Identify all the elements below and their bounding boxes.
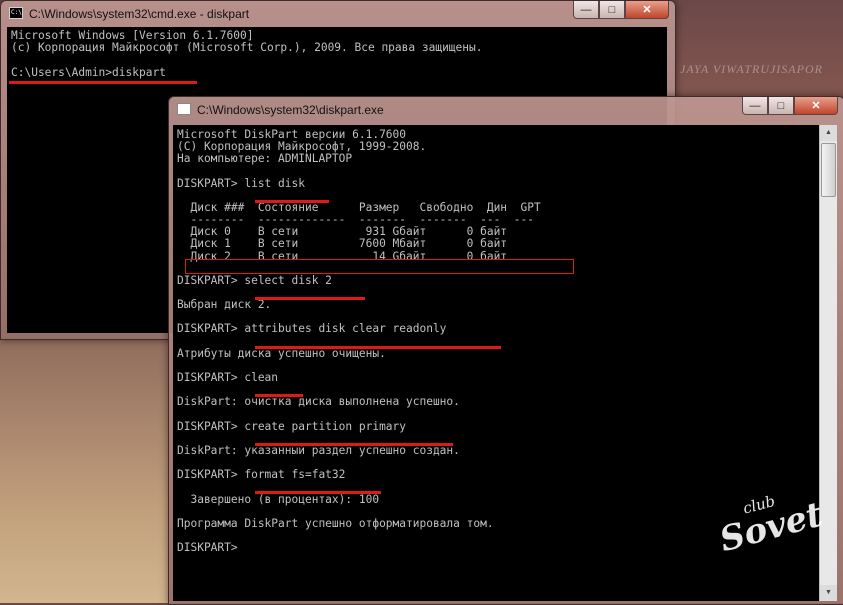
console-line: DISKPART> create partition primary	[177, 419, 407, 433]
scroll-up-arrow-icon[interactable]: ▲	[820, 125, 837, 141]
close-button[interactable]: ✕	[625, 1, 669, 19]
console-icon: C:\	[9, 7, 23, 19]
cmd-window-title: C:\Windows\system32\cmd.exe - diskpart	[29, 7, 250, 21]
console-line: (c) Корпорация Майкрософт (Microsoft Cor…	[11, 41, 483, 54]
window-icon	[177, 103, 191, 115]
console-line: Диск 1 В сети 7600 Mбайт 0 байт	[177, 237, 508, 251]
console-line: DISKPART>	[177, 541, 238, 555]
diskpart-title-bar[interactable]: C:\Windows\system32\diskpart.exe — □ ✕	[169, 97, 843, 123]
console-line: DISKPART> list disk	[177, 176, 305, 190]
scroll-down-arrow-icon[interactable]: ▼	[820, 585, 837, 601]
console-line: Завершено (в процентах): 100	[177, 492, 380, 506]
highlight-underline	[9, 81, 197, 84]
selected-disk-highlight	[185, 259, 574, 274]
highlight-underline	[255, 394, 303, 397]
highlight-underline	[255, 200, 329, 203]
console-line: DISKPART> format fs=fat32	[177, 468, 346, 482]
console-line: DiskPart: очистка диска выполнена успешн…	[177, 395, 460, 409]
cmd-title-bar[interactable]: C:\ C:\Windows\system32\cmd.exe - diskpa…	[1, 1, 675, 27]
minimize-button[interactable]: —	[742, 97, 768, 115]
console-line: C:\Users\Admin>diskpart	[11, 66, 166, 79]
highlight-underline	[255, 443, 453, 446]
maximize-button[interactable]: □	[768, 97, 794, 115]
console-line: На компьютере: ADMINLAPTOP	[177, 152, 353, 166]
console-line: DISKPART> clean	[177, 371, 279, 384]
console-line: DiskPart: указанный раздел успешно созда…	[177, 443, 460, 457]
highlight-underline	[255, 346, 501, 349]
console-line: Программа DiskPart успешно отформатирова…	[177, 516, 494, 530]
console-line: Атрибуты диска успешно очищены.	[177, 346, 386, 360]
console-line: Выбран диск 2.	[177, 298, 272, 312]
minimize-button[interactable]: —	[573, 1, 599, 19]
console-line: DISKPART> select disk 2	[177, 273, 332, 287]
console-line: DISKPART> attributes disk clear readonly	[177, 322, 447, 336]
diskpart-window-title: C:\Windows\system32\diskpart.exe	[197, 103, 384, 117]
maximize-button[interactable]: □	[599, 1, 625, 19]
highlight-underline	[255, 491, 381, 494]
close-button[interactable]: ✕	[794, 97, 838, 115]
highlight-underline	[255, 297, 365, 300]
background-watermark: JAYA VIWATRUJISAPOR	[680, 62, 823, 76]
scrollbar-thumb[interactable]	[821, 143, 836, 197]
